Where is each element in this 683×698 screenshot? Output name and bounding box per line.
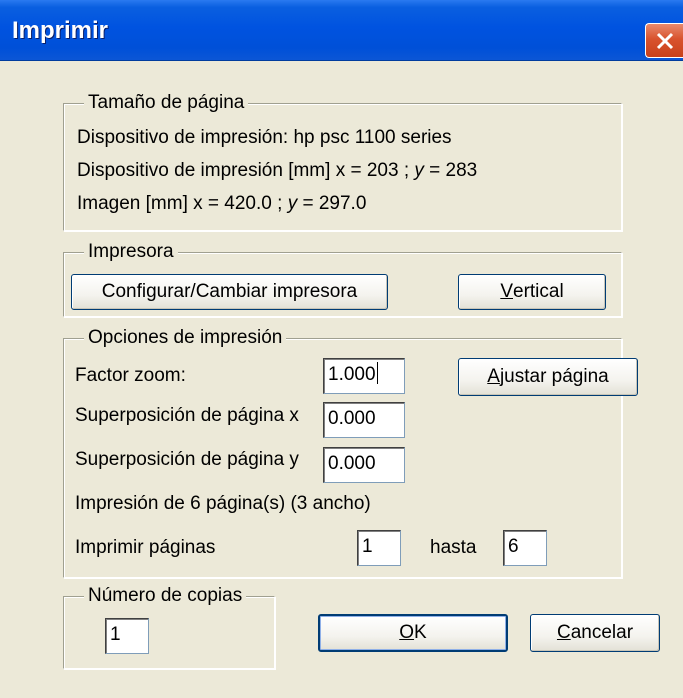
print-pages-label: Imprimir páginas [75, 537, 216, 558]
overlap-x-input[interactable]: 0.000 [323, 402, 405, 438]
from-page-input[interactable]: 1 [357, 530, 401, 566]
ok-button[interactable]: OK [318, 614, 508, 652]
close-icon [656, 32, 674, 50]
printer-legend: Impresora [84, 241, 178, 263]
title-bar: Imprimir [0, 0, 683, 61]
device-name-text: Dispositivo de impresión: hp psc 1100 se… [77, 127, 452, 148]
pages-info-text: Impresión de 6 página(s) (3 ancho) [75, 493, 371, 514]
device-size-text: Dispositivo de impresión [mm] x = 203 ; … [77, 160, 478, 181]
copies-input[interactable]: 1 [105, 618, 149, 654]
zoom-label: Factor zoom: [75, 365, 186, 386]
window-title: Imprimir [12, 17, 109, 44]
cancel-button[interactable]: Cancelar [530, 614, 660, 652]
to-page-input[interactable]: 6 [503, 530, 547, 566]
overlap-x-label: Superposición de página x [75, 405, 299, 426]
image-size-text: Imagen [mm] x = 420.0 ; y = 297.0 [77, 193, 367, 214]
zoom-input[interactable]: 1.000 [323, 358, 405, 394]
overlap-y-input[interactable]: 0.000 [323, 447, 405, 483]
overlap-y-label: Superposición de página y [75, 449, 299, 470]
page-size-legend: Tamaño de página [84, 92, 249, 114]
copies-legend: Número de copias [84, 585, 247, 607]
fit-page-button[interactable]: Ajustar página [458, 358, 638, 396]
to-label: hasta [430, 537, 477, 558]
configure-printer-button[interactable]: Configurar/Cambiar impresora [71, 274, 388, 310]
print-options-legend: Opciones de impresión [84, 327, 287, 349]
text-caret [376, 362, 378, 384]
orientation-button[interactable]: Vertical [458, 274, 606, 310]
close-button[interactable] [645, 23, 683, 58]
